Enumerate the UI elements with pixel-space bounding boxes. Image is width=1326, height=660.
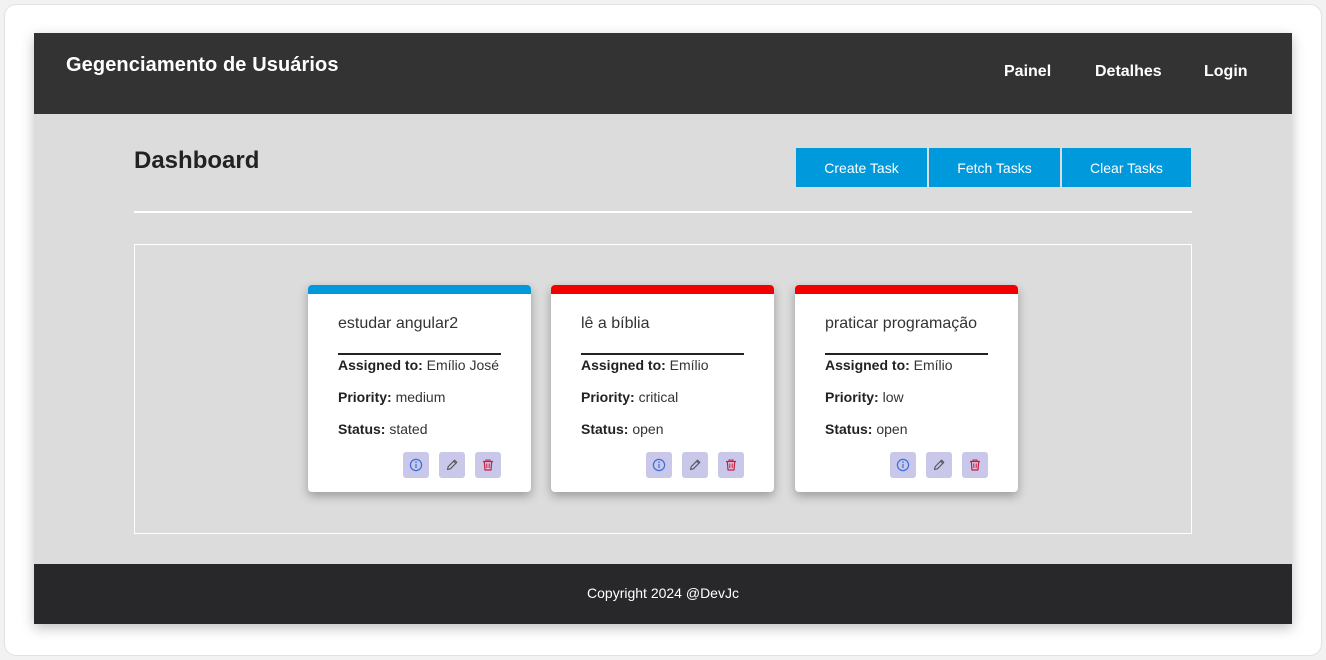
task-card-accent-bar (551, 285, 774, 294)
task-assigned-line: Assigned to: Emílio José (338, 357, 499, 373)
info-icon (652, 458, 666, 472)
edit-button[interactable] (926, 452, 952, 478)
task-card-accent-bar (795, 285, 1018, 294)
pencil-icon (933, 459, 945, 471)
delete-button[interactable] (718, 452, 744, 478)
nav-link-login[interactable]: Login (1204, 63, 1248, 81)
task-title-rule (581, 353, 744, 355)
task-title-rule (825, 353, 988, 355)
assigned-value: Emílio José (426, 357, 500, 373)
trash-icon (483, 459, 493, 471)
delete-button[interactable] (475, 452, 501, 478)
page-title: Dashboard (134, 147, 260, 174)
status-label: Status: (338, 421, 390, 437)
assigned-value: Emílio (913, 357, 953, 373)
brand-title[interactable]: Gegenciamento de Usuários (66, 54, 339, 77)
info-button[interactable] (403, 452, 429, 478)
navbar: Gegenciamento de Usuários Painel Detalhe… (34, 33, 1292, 114)
task-title: estudar angular2 (338, 315, 459, 332)
trash-icon (726, 459, 736, 471)
task-priority-line: Priority: critical (581, 389, 678, 405)
priority-value: medium (395, 389, 446, 405)
pencil-icon (689, 459, 701, 471)
assigned-value: Emílio (669, 357, 709, 373)
task-assigned-line: Assigned to: Emílio (581, 357, 709, 373)
fetch-tasks-button[interactable]: Fetch Tasks (929, 148, 1060, 187)
status-label: Status: (581, 421, 633, 437)
status-label: Status: (825, 421, 877, 437)
create-task-button[interactable]: Create Task (796, 148, 927, 187)
task-card: estudar angular2 Assigned to: Emílio Jos… (308, 285, 531, 492)
info-icon (409, 458, 423, 472)
nav-link-detalhes[interactable]: Detalhes (1095, 63, 1162, 81)
task-assigned-line: Assigned to: Emílio (825, 357, 953, 373)
pencil-icon (446, 459, 458, 471)
priority-label: Priority: (581, 389, 639, 405)
edit-button[interactable] (439, 452, 465, 478)
info-button[interactable] (646, 452, 672, 478)
status-value: open (632, 421, 664, 437)
info-icon (896, 458, 910, 472)
status-value: stated (389, 421, 428, 437)
task-card: praticar programação Assigned to: Emílio… (795, 285, 1018, 492)
trash-icon (970, 459, 980, 471)
assigned-label: Assigned to: (338, 357, 427, 373)
task-card: lê a bíblia Assigned to: Emílio Priority… (551, 285, 774, 492)
task-status-line: Status: open (581, 421, 664, 437)
nav-link-painel[interactable]: Painel (1004, 63, 1051, 81)
task-title: lê a bíblia (581, 315, 650, 332)
priority-value: low (882, 389, 904, 405)
status-value: open (876, 421, 908, 437)
task-status-line: Status: stated (338, 421, 427, 437)
app-container: Gegenciamento de Usuários Painel Detalhe… (34, 33, 1292, 624)
footer: Copyright 2024 @DevJc (34, 564, 1292, 624)
edit-button[interactable] (682, 452, 708, 478)
assigned-label: Assigned to: (581, 357, 670, 373)
priority-value: critical (638, 389, 679, 405)
task-status-line: Status: open (825, 421, 908, 437)
delete-button[interactable] (962, 452, 988, 478)
header-divider (134, 211, 1192, 213)
task-priority-line: Priority: low (825, 389, 904, 405)
priority-label: Priority: (338, 389, 396, 405)
copyright-text: Copyright 2024 @DevJc (587, 585, 739, 601)
task-card-accent-bar (308, 285, 531, 294)
assigned-label: Assigned to: (825, 357, 914, 373)
task-title-rule (338, 353, 501, 355)
priority-label: Priority: (825, 389, 883, 405)
clear-tasks-button[interactable]: Clear Tasks (1062, 148, 1191, 187)
task-title: praticar programação (825, 315, 978, 332)
task-priority-line: Priority: medium (338, 389, 445, 405)
info-button[interactable] (890, 452, 916, 478)
